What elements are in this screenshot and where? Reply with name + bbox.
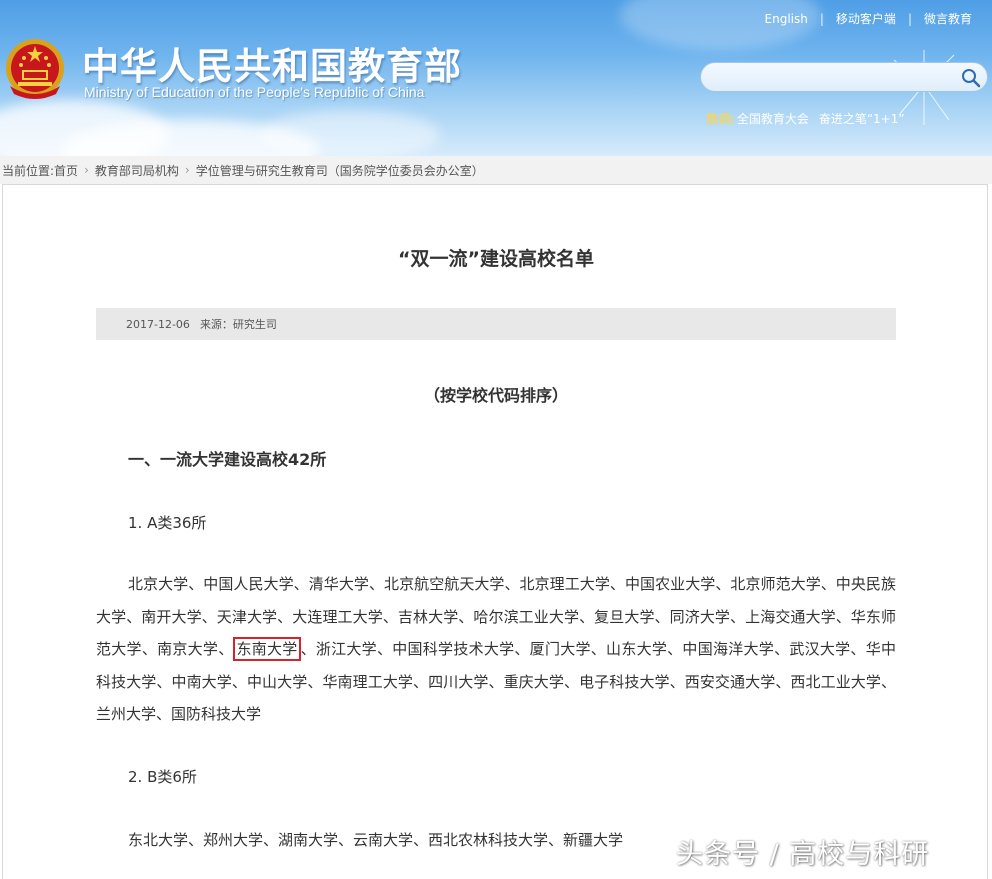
article-subtitle: （按学校代码排序）	[423, 386, 568, 405]
hotwords-label: 热词:	[706, 112, 735, 126]
breadcrumb-separator: ›	[184, 163, 190, 177]
group-b-heading: 2. B类6所	[128, 768, 197, 786]
hotword-link[interactable]: 全国教育大会	[737, 110, 809, 127]
site-title[interactable]: 中华人民共和国教育部	[82, 36, 462, 90]
search-input[interactable]	[713, 68, 953, 88]
breadcrumb-item-home[interactable]: 首页	[54, 162, 78, 179]
group-a-list: 北京大学、中国人民大学、清华大学、北京航空航天大学、北京理工大学、中国农业大学、…	[96, 568, 896, 731]
publish-date: 2017-12-06	[126, 317, 190, 331]
breadcrumb: 当前位置: 首页 › 教育部司局机构 › 学位管理与研究生教育司（国务院学位委员…	[0, 156, 992, 184]
site-header: 中华人民共和国教育部 Ministry of Education of the …	[0, 0, 992, 156]
breadcrumb-separator: ›	[84, 163, 89, 177]
article-source: 来源：研究生司	[199, 318, 277, 331]
hotwords: 热词: 全国教育大会 奋进之笔“1+1”	[706, 110, 915, 127]
breadcrumb-item-departments[interactable]: 教育部司局机构	[95, 162, 179, 179]
top-links: English | 移动客户端 | 微言教育	[765, 10, 972, 27]
mobile-client-link[interactable]: 移动客户端	[836, 10, 896, 27]
national-emblem-icon	[6, 39, 64, 99]
article-meta: 2017-12-06 来源：研究生司	[96, 308, 896, 340]
group-a-heading: 1. A类36所	[128, 514, 207, 532]
divider: |	[907, 11, 912, 26]
section-heading: 一、一流大学建设高校42所	[128, 450, 327, 469]
english-link[interactable]: English	[765, 12, 808, 26]
search-icon[interactable]	[961, 68, 981, 88]
page-title: “双一流”建设高校名单	[398, 248, 594, 270]
watermark: 头条号 / 高校与科研	[676, 839, 930, 870]
hotword-link[interactable]: 奋进之笔“1+1”	[819, 110, 905, 127]
highlighted-university: 东南大学	[233, 637, 301, 661]
breadcrumb-prefix: 当前位置:	[2, 163, 55, 178]
divider: |	[819, 11, 824, 26]
weiyan-education-link[interactable]: 微言教育	[924, 10, 972, 27]
site-title-english: Ministry of Education of the People's Re…	[84, 84, 425, 100]
breadcrumb-item-degree-office[interactable]: 学位管理与研究生教育司（国务院学位委员会办公室）	[196, 162, 484, 179]
search-box	[700, 62, 988, 92]
